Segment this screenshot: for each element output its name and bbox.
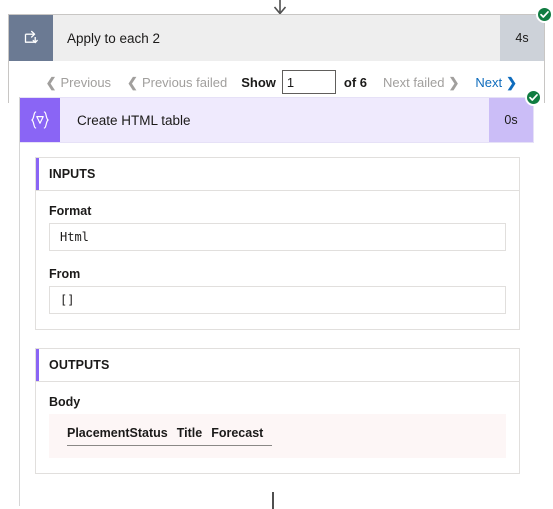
create-html-table-card: Create HTML table 0s INPUTS Format Html … — [19, 89, 542, 506]
previous-button[interactable]: ❮ Previous — [38, 75, 119, 90]
outputs-panel-content: Body PlacementStatus Title Forecast — [36, 382, 519, 473]
braces-nabla-glyph — [31, 111, 49, 129]
next-failed-button[interactable]: Next failed ❯ — [375, 75, 467, 90]
show-label: Show — [241, 74, 276, 90]
table-header-row: PlacementStatus Title Forecast — [67, 426, 273, 446]
outputs-panel-title: OUTPUTS — [49, 358, 110, 372]
field-spacer — [49, 251, 506, 267]
page-number-input[interactable] — [281, 70, 336, 94]
body-output-preview: PlacementStatus Title Forecast — [49, 414, 506, 458]
previous-failed-button-label: Previous failed — [141, 74, 228, 90]
previous-button-label: Previous — [60, 74, 112, 90]
next-button-label: Next — [475, 74, 503, 90]
table-column-header: Forecast — [211, 426, 273, 446]
checkmark-glyph — [540, 11, 549, 18]
braces-nabla-icon — [20, 98, 60, 142]
inputs-panel-title: INPUTS — [49, 167, 96, 181]
inputs-panel-header: INPUTS — [36, 158, 519, 191]
apply-to-each-title: Apply to each 2 — [67, 30, 161, 46]
apply-to-each-duration: 4s — [500, 15, 544, 61]
chevron-left-icon: ❮ — [45, 74, 57, 90]
chevron-left-icon: ❮ — [127, 74, 138, 90]
previous-failed-button[interactable]: ❮ Previous failed — [119, 75, 235, 90]
body-field-label: Body — [49, 395, 81, 409]
chevron-right-icon: ❯ — [506, 74, 517, 90]
create-html-table-details: INPUTS Format Html From [] OUTPUTS Body — [20, 143, 534, 506]
loop-icon-glyph — [24, 30, 38, 44]
inputs-panel: INPUTS Format Html From [] — [35, 157, 520, 330]
apply-to-each-card: Apply to each 2 4s ❮ Previous ❮ Previous… — [8, 6, 553, 103]
page-total-label: of 6 — [343, 74, 368, 90]
loop-icon — [9, 15, 53, 61]
output-html-table: PlacementStatus Title Forecast — [67, 426, 273, 446]
from-field-value[interactable]: [] — [49, 286, 506, 314]
checkmark-circle-icon — [536, 6, 553, 23]
top-connector — [0, 0, 553, 15]
create-html-table-header[interactable]: Create HTML table 0s — [20, 89, 542, 143]
create-html-table-title: Create HTML table — [77, 112, 191, 128]
table-column-header: Title — [176, 426, 212, 446]
checkmark-circle-icon — [525, 89, 542, 106]
next-failed-button-label: Next failed — [383, 74, 445, 90]
apply-to-each-header[interactable]: Apply to each 2 4s — [9, 6, 553, 61]
create-html-table-container: Create HTML table 0s INPUTS Format Html … — [19, 89, 542, 506]
chevron-right-icon: ❯ — [448, 74, 460, 90]
from-field-label: From — [49, 267, 81, 281]
checkmark-glyph — [529, 94, 538, 101]
next-button[interactable]: Next ❯ — [467, 75, 525, 90]
inputs-panel-content: Format Html From [] — [36, 191, 519, 329]
outputs-panel-header: OUTPUTS — [36, 349, 519, 382]
create-html-table-duration: 0s — [489, 98, 533, 142]
table-column-header: PlacementStatus — [67, 426, 177, 446]
bottom-connector — [272, 492, 274, 509]
outputs-panel: OUTPUTS Body PlacementStatus Title Forec… — [35, 348, 520, 474]
format-field-label: Format — [49, 204, 92, 218]
format-field-value[interactable]: Html — [49, 223, 506, 251]
